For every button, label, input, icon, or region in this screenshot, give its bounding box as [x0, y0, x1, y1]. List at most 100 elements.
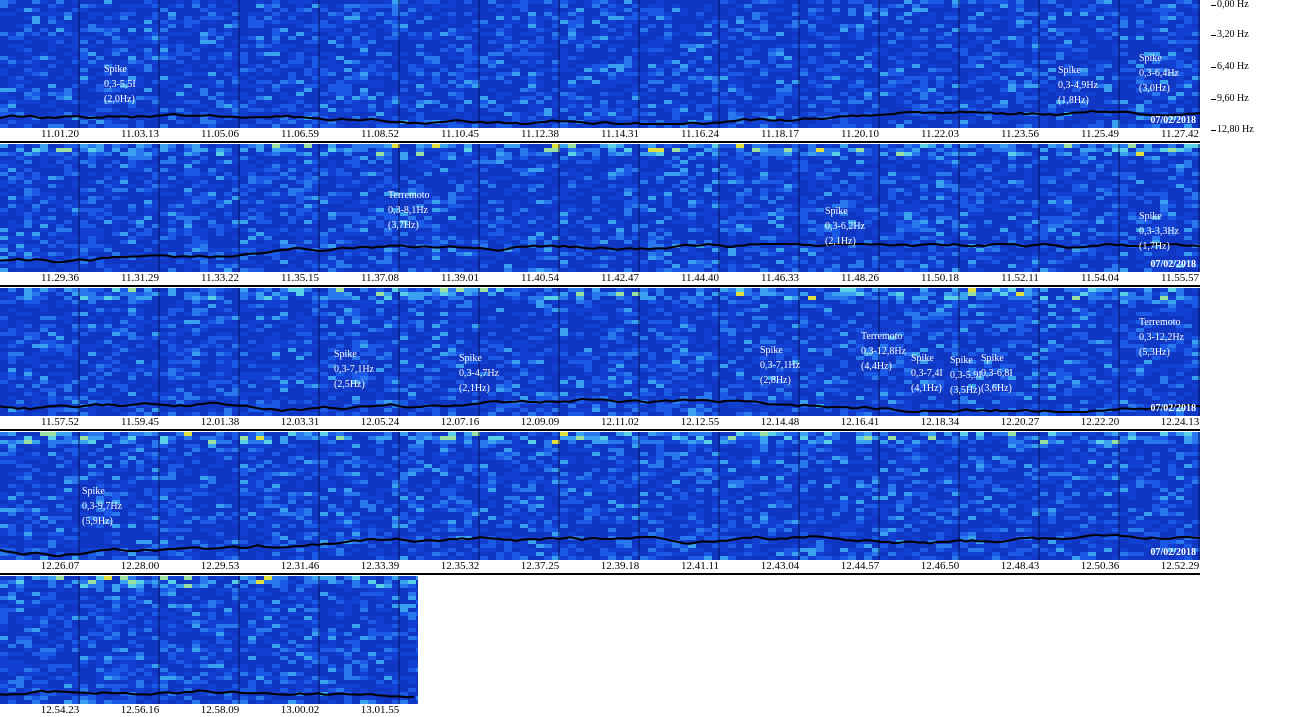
- annotation-2-3: Spike0,3-3,3Hz(1,7Hz): [1139, 209, 1179, 254]
- freq-label-1: 3,20 Hz: [1217, 29, 1249, 40]
- time-tick-label: 11.33.22: [180, 272, 260, 285]
- annotation-3-5: Spike0,3-7,4I(4,1Hz): [911, 351, 943, 396]
- time-tick-label: 11.52.11: [980, 272, 1060, 285]
- spectrogram-4: [0, 432, 1200, 560]
- time-tick-label: 11.54.04: [1060, 272, 1140, 285]
- date-label-3: 07/02/2018: [1150, 403, 1196, 414]
- annotation-3-2: Spike0,3-4,7Hz(2,1Hz): [459, 351, 499, 396]
- time-tick-label: 11.50.18: [900, 272, 980, 285]
- time-tick-label: 12.58.09: [180, 704, 260, 717]
- spectrogram-strip-3: 11.57.5211.59.4512.01.3812.03.3112.05.24…: [0, 288, 1200, 431]
- time-tick-label: 11.40.54: [500, 272, 580, 285]
- annotation-3-6: Spike0,3-5,9I(3,5Hz): [950, 353, 982, 398]
- time-axis-1: 11.01.2011.03.1311.05.0611.06.5911.08.52…: [0, 128, 1200, 143]
- spectrogram-3: [0, 288, 1200, 416]
- time-tick-label: 12.28.00: [100, 560, 180, 573]
- time-tick-label: 12.03.31: [260, 416, 340, 429]
- time-tick-label: 11.25.49: [1060, 128, 1140, 141]
- time-tick-label: 11.22.03: [900, 128, 980, 141]
- annotation-2-2: Spike0,3-6,2Hz(2,1Hz): [825, 204, 865, 249]
- freq-label-0: 0,00 Hz: [1217, 0, 1249, 10]
- time-tick-label: 12.41.11: [660, 560, 740, 573]
- time-tick-label: 11.23.56: [980, 128, 1060, 141]
- time-tick-label: 12.12.55: [660, 416, 740, 429]
- spectrogram-1: [0, 0, 1200, 128]
- time-tick-label: 12.20.27: [980, 416, 1060, 429]
- time-tick-label: 12.33.39: [340, 560, 420, 573]
- spectrogram-svg-2: [0, 144, 1200, 272]
- time-tick-label: 11.42.47: [580, 272, 660, 285]
- annotation-3-1: Spike0,3-7,1Hz(2,5Hz): [334, 347, 374, 392]
- time-tick-label: 12.11.02: [580, 416, 660, 429]
- time-tick-label: 12.56.16: [100, 704, 180, 717]
- annotation-3-4: Terremoto0,3-12,8Hz(4,4Hz): [861, 329, 906, 374]
- time-tick-label: 12.46.50: [900, 560, 980, 573]
- time-axis-3: 11.57.5211.59.4512.01.3812.03.3112.05.24…: [0, 416, 1200, 431]
- time-axis-5: 12.54.2312.56.1612.58.0913.00.0213.01.55: [0, 704, 418, 717]
- time-tick-label: 11.35.15: [260, 272, 340, 285]
- spectrogram-svg-3: [0, 288, 1200, 416]
- time-tick-label: 11.06.59: [260, 128, 340, 141]
- spectrogram-strip-4: 12.26.0712.28.0012.29.5312.31.4612.33.39…: [0, 432, 1200, 575]
- time-tick-label: 11.55.57: [1140, 272, 1220, 285]
- time-tick-label: 11.46.33: [740, 272, 820, 285]
- spectrogram-strip-2: 11.29.3611.31.2911.33.2211.35.1511.37.08…: [0, 144, 1200, 287]
- date-label-4: 07/02/2018: [1150, 547, 1196, 558]
- time-tick-label: 11.03.13: [100, 128, 180, 141]
- annotation-1-3: Spike0,3-6,4Hz(3,0Hz): [1139, 51, 1179, 96]
- time-tick-label: 11.48.26: [820, 272, 900, 285]
- time-tick-label: 12.26.07: [20, 560, 100, 573]
- time-tick-label: 11.10.45: [420, 128, 500, 141]
- annotation-1-2: Spike0,3-4,9Hz(1,8Hz): [1058, 63, 1098, 108]
- time-tick-label: 11.20.10: [820, 128, 900, 141]
- time-tick-label: 12.22.20: [1060, 416, 1140, 429]
- annotation-3-8: Terremoto0,3-12,2Hz(5,3Hz): [1139, 315, 1184, 360]
- time-tick-label: 11.39.01: [420, 272, 500, 285]
- time-tick-label: 11.31.29: [100, 272, 180, 285]
- annotation-1-1: Spike0,3-5,5I(2,0Hz): [104, 62, 136, 107]
- freq-label-2: 6,40 Hz: [1217, 61, 1249, 72]
- time-tick-label: 11.08.52: [340, 128, 420, 141]
- time-tick-label: 12.14.48: [740, 416, 820, 429]
- annotation-3-3: Spike0,3-7,1Hz(2,8Hz): [760, 343, 800, 388]
- time-tick-label: 11.01.20: [20, 128, 100, 141]
- annotation-2-1: Terremoto0,3-8,1Hz(3,7Hz): [388, 188, 430, 233]
- time-tick-label: 12.07.16: [420, 416, 500, 429]
- spectrogram-2: [0, 144, 1200, 272]
- time-tick-label: 12.01.38: [180, 416, 260, 429]
- time-tick-label: 11.18.17: [740, 128, 820, 141]
- time-tick-label: 13.00.02: [260, 704, 340, 717]
- time-tick-label: 11.37.08: [340, 272, 420, 285]
- time-tick-label: 11.14.31: [580, 128, 660, 141]
- time-tick-label: 11.27.42: [1140, 128, 1220, 141]
- time-tick-label: 11.44.40: [660, 272, 740, 285]
- spectrogram-svg-4: [0, 432, 1200, 560]
- spectrogram-svg-5: [0, 576, 418, 704]
- time-tick-label: 12.54.23: [20, 704, 100, 717]
- time-tick-label: 12.31.46: [260, 560, 340, 573]
- time-axis-2: 11.29.3611.31.2911.33.2211.35.1511.37.08…: [0, 272, 1200, 287]
- date-label-2: 07/02/2018: [1150, 259, 1196, 270]
- time-tick-label: 12.35.32: [420, 560, 500, 573]
- time-tick-label: 11.29.36: [20, 272, 100, 285]
- spectrogram-svg-1: [0, 0, 1200, 128]
- freq-label-4: 12,80 Hz: [1217, 124, 1254, 135]
- annotation-3-7: Spike0,3-6,8I(3,6Hz): [981, 351, 1013, 396]
- time-tick-label: 12.09.09: [500, 416, 580, 429]
- date-label-1: 07/02/2018: [1150, 115, 1196, 126]
- spectrogram-strip-5: 12.54.2312.56.1612.58.0913.00.0213.01.55: [0, 576, 418, 715]
- time-tick-label: 12.37.25: [500, 560, 580, 573]
- time-tick-label: 11.16.24: [660, 128, 740, 141]
- time-tick-label: 12.50.36: [1060, 560, 1140, 573]
- time-tick-label: 12.39.18: [580, 560, 660, 573]
- time-tick-label: 12.18.34: [900, 416, 980, 429]
- time-tick-label: 12.29.53: [180, 560, 260, 573]
- time-tick-label: 11.05.06: [180, 128, 260, 141]
- time-tick-label: 12.48.43: [980, 560, 1060, 573]
- annotation-4-1: Spike0,3-9,7Hz(5,9Hz): [82, 484, 122, 529]
- time-tick-label: 12.24.13: [1140, 416, 1220, 429]
- time-tick-label: 12.16.41: [820, 416, 900, 429]
- spectrogram-texture: [0, 288, 1200, 416]
- spectrogram-5: [0, 576, 418, 704]
- spectrogram-strip-1: 11.01.2011.03.1311.05.0611.06.5911.08.52…: [0, 0, 1200, 143]
